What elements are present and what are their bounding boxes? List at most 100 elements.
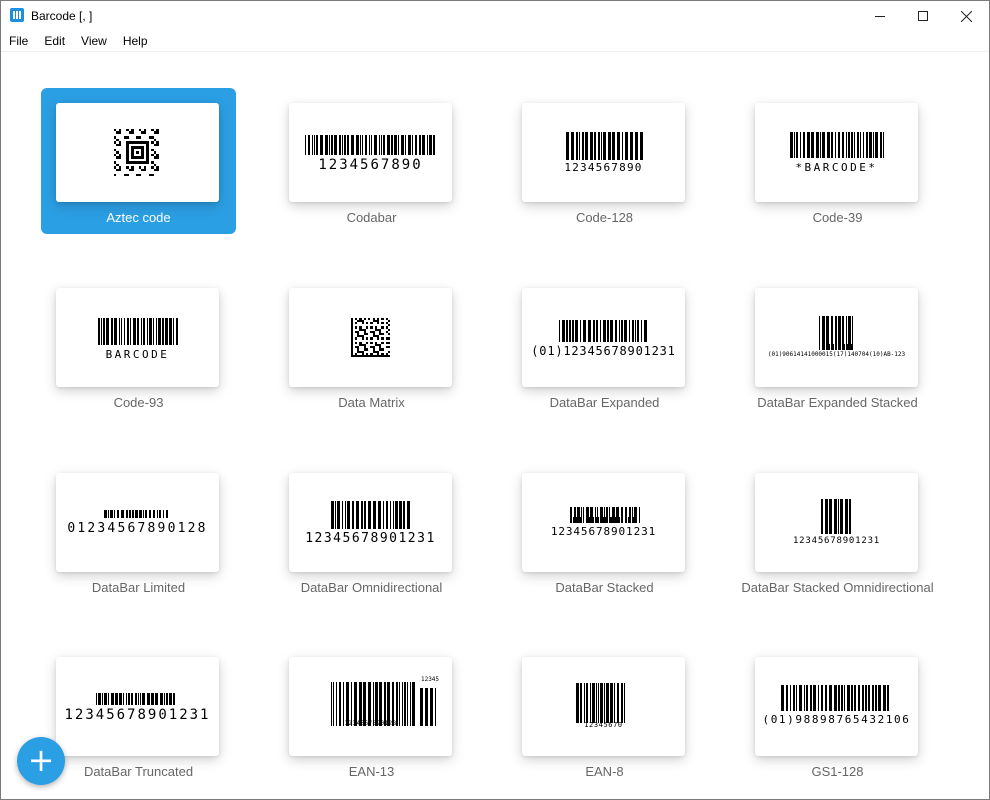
matrix-module bbox=[370, 341, 373, 345]
barcode-bar bbox=[102, 693, 103, 705]
barcode-bar bbox=[96, 693, 97, 705]
barcode-tile[interactable]: 1234567890 Code-128 bbox=[507, 88, 702, 234]
barcode-bar bbox=[822, 344, 825, 350]
barcode-tile[interactable]: (01)12345678901231 DataBar Expanded bbox=[507, 273, 702, 419]
barcode-bar bbox=[98, 693, 101, 705]
barcode-type-label: DataBar Omnidirectional bbox=[300, 580, 443, 595]
barcode-bar bbox=[593, 320, 595, 342]
matrix-module bbox=[156, 156, 159, 159]
barcode-bar bbox=[123, 693, 124, 705]
barcode-bar bbox=[618, 517, 620, 523]
barcode-bar bbox=[143, 510, 144, 518]
barcode-bar bbox=[373, 501, 376, 529]
barcode-bar bbox=[362, 135, 363, 155]
maximize-icon bbox=[918, 11, 928, 21]
barcode-bar bbox=[813, 685, 816, 711]
barcode-bar bbox=[339, 135, 341, 155]
barcode-tile[interactable]: 12345670 EAN-8 bbox=[507, 642, 702, 788]
barcode-tile[interactable]: Aztec code bbox=[41, 88, 236, 234]
barcode-tile[interactable]: 1234567890 Codabar bbox=[274, 88, 469, 234]
barcode-tile[interactable]: 12345678901231 DataBar Omnidirectional bbox=[274, 458, 469, 604]
barcode-bar bbox=[582, 132, 584, 160]
menu-file[interactable]: File bbox=[1, 32, 36, 52]
barcode-bar bbox=[173, 693, 175, 705]
matrix-module bbox=[381, 326, 384, 329]
barcode-bar bbox=[126, 510, 128, 518]
title-bar: Barcode [, ] bbox=[1, 1, 989, 31]
barcode-bar bbox=[158, 318, 161, 345]
barcode-bar bbox=[407, 501, 410, 529]
barcode-type-label: EAN-8 bbox=[585, 764, 624, 779]
barcode-bar bbox=[143, 318, 145, 345]
barcode-tile[interactable]: (01)90614141000015(17)140704(10)AB-123 Da… bbox=[740, 273, 935, 419]
matrix-module bbox=[377, 322, 380, 325]
barcode-bar bbox=[600, 320, 601, 342]
barcode-bar bbox=[108, 693, 109, 705]
barcode-bar bbox=[603, 132, 606, 160]
barcode-bar bbox=[835, 344, 837, 350]
barcode-bar bbox=[103, 318, 105, 345]
matrix-module bbox=[361, 322, 364, 325]
barcode-bar bbox=[101, 318, 102, 345]
barcode-tile[interactable]: 1234567890128 12345 EAN-13 bbox=[274, 642, 469, 788]
barcode-tile[interactable]: 12345678901231 DataBar Stacked bbox=[507, 458, 702, 604]
barcode-bar bbox=[394, 135, 397, 155]
barcode-bar bbox=[799, 685, 802, 711]
barcode-bar bbox=[607, 320, 609, 342]
matrix-module bbox=[381, 333, 384, 336]
menu-help[interactable]: Help bbox=[115, 32, 156, 52]
barcode-bar bbox=[793, 685, 795, 711]
barcode-bar bbox=[849, 499, 851, 534]
barcode-bar bbox=[866, 132, 868, 158]
barcode-bar bbox=[169, 693, 172, 705]
matrix-module bbox=[126, 136, 129, 139]
maximize-button[interactable] bbox=[900, 1, 946, 31]
barcode-bar bbox=[364, 501, 366, 529]
matrix-module bbox=[118, 168, 122, 172]
barcode-bar bbox=[596, 320, 598, 342]
barcode-bar bbox=[593, 517, 594, 523]
barcode-type-label: Code-93 bbox=[113, 395, 164, 410]
barcode-bar bbox=[827, 344, 830, 350]
barcode-bar bbox=[160, 693, 163, 705]
barcode-preview: 1234567890 bbox=[522, 103, 685, 202]
add-barcode-button[interactable]: + bbox=[17, 737, 65, 785]
barcode-bar bbox=[140, 693, 141, 705]
barcode-bar bbox=[819, 316, 820, 350]
barcode-bar bbox=[114, 510, 115, 518]
matrix-module bbox=[388, 319, 391, 323]
barcode-bar bbox=[640, 132, 643, 160]
menu-edit[interactable]: Edit bbox=[36, 32, 73, 52]
barcode-bar bbox=[639, 507, 640, 523]
barcode-bar bbox=[605, 517, 608, 523]
barcode-bar bbox=[883, 132, 884, 158]
matrix-module bbox=[366, 348, 369, 351]
matrix-module bbox=[388, 337, 391, 340]
minimize-button[interactable] bbox=[857, 1, 903, 31]
barcode-tile[interactable]: *BARCODE* Code-39 bbox=[740, 88, 935, 234]
matrix-module bbox=[388, 341, 391, 345]
barcode-bars bbox=[331, 501, 411, 529]
barcode-bar bbox=[849, 344, 852, 350]
barcode-bar bbox=[379, 135, 380, 155]
barcode-tile[interactable]: 12345678901231 DataBar Stacked Omnidirect… bbox=[740, 458, 935, 604]
barcode-tile[interactable]: BARCODE Code-93 bbox=[41, 273, 236, 419]
close-button[interactable] bbox=[943, 1, 989, 31]
barcode-bar bbox=[825, 499, 828, 534]
barcode-tile[interactable]: 01234567890128 DataBar Limited bbox=[41, 458, 236, 604]
barcode-tile[interactable]: (01)98898765432106 GS1-128 bbox=[740, 642, 935, 788]
barcode-bar bbox=[142, 693, 145, 705]
barcode-bar bbox=[149, 510, 151, 518]
barcode-bar bbox=[838, 344, 839, 350]
plus-icon: + bbox=[27, 741, 55, 779]
barcode-bar bbox=[378, 501, 381, 529]
barcode-tile[interactable]: 12345678901231 DataBar Truncated bbox=[41, 642, 236, 788]
barcode-bar bbox=[887, 685, 889, 711]
barcode-preview: 12345678901231 bbox=[289, 473, 452, 572]
barcode-preview: (01)90614141000015(17)140704(10)AB-123 bbox=[755, 288, 918, 387]
barcode-tile[interactable]: Data Matrix bbox=[274, 273, 469, 419]
matrix-module bbox=[355, 322, 358, 325]
barcode-bar bbox=[873, 132, 874, 158]
menu-view[interactable]: View bbox=[73, 32, 115, 52]
barcode-bar bbox=[596, 683, 597, 723]
